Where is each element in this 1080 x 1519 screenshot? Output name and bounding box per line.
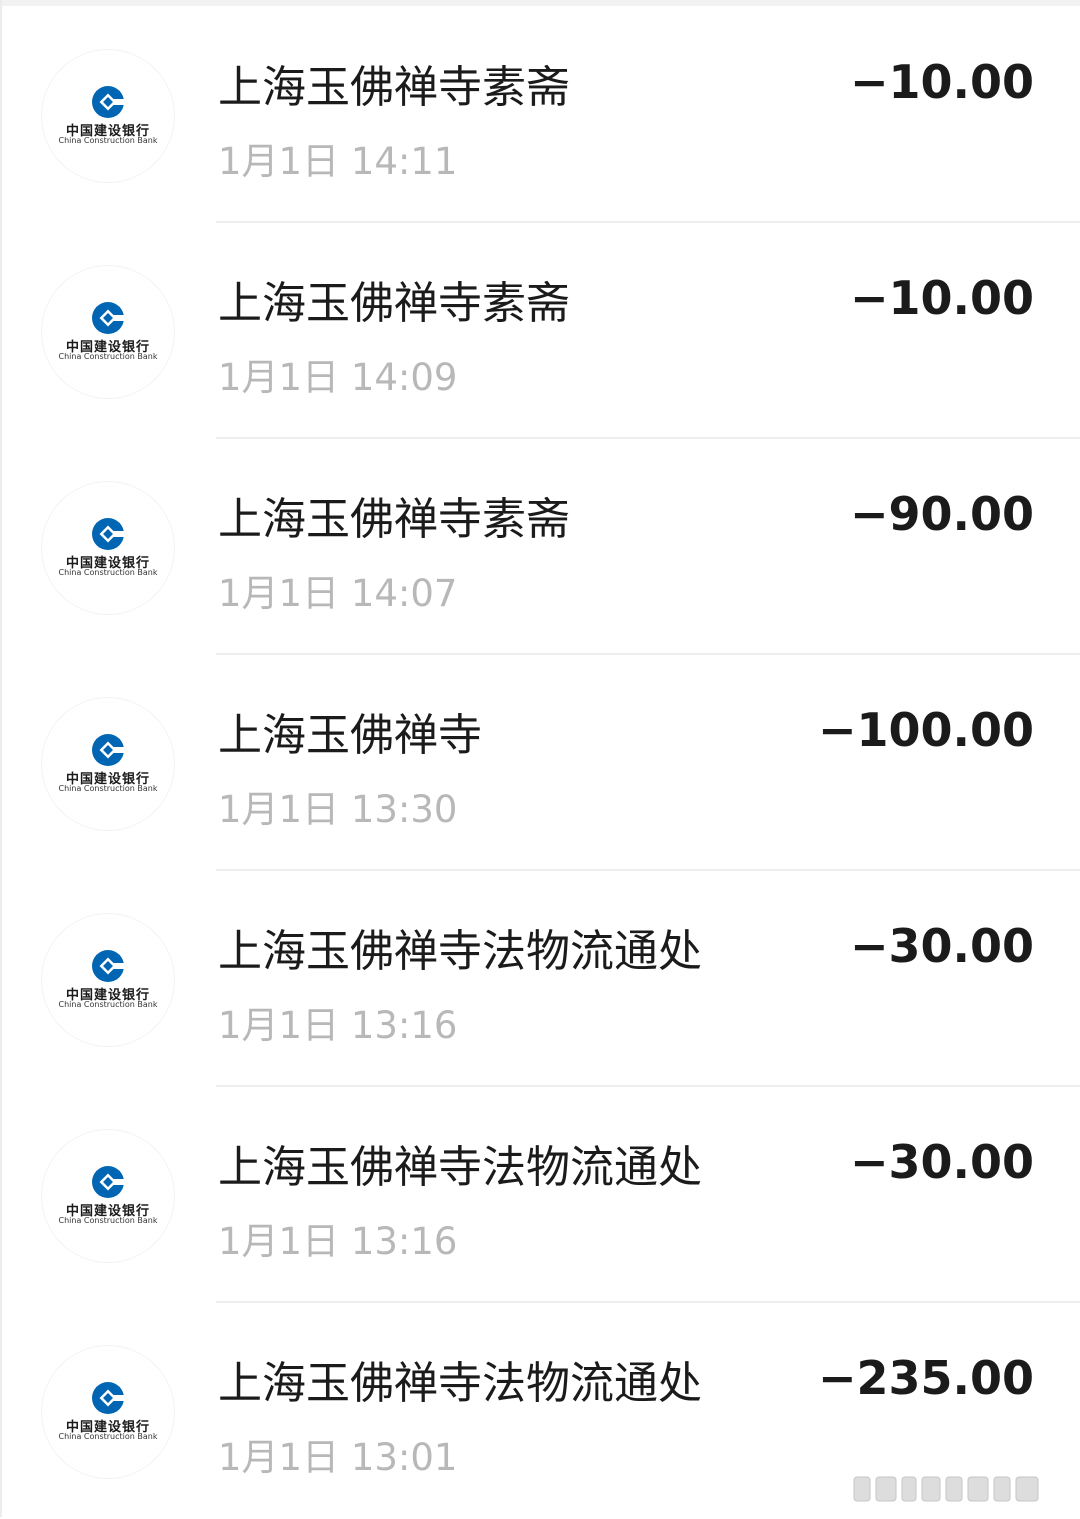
ccb-logo-icon: [92, 302, 126, 334]
transaction-time: 1月1日 13:16: [218, 1220, 458, 1263]
transaction-row[interactable]: 中国建设银行 China Construction Bank 上海玉佛禅寺素斋 …: [0, 439, 1080, 655]
transaction-time: 1月1日 14:07: [218, 572, 458, 615]
merchant-name: 上海玉佛禅寺素斋: [218, 278, 570, 329]
transaction-amount: −100.00: [817, 703, 1034, 757]
bank-name-en: China Construction Bank: [58, 1000, 158, 1009]
merchant-name: 上海玉佛禅寺法物流通处: [218, 1142, 702, 1193]
bank-logo: 中国建设银行 China Construction Bank: [42, 1346, 174, 1478]
bank-logo: 中国建设银行 China Construction Bank: [42, 266, 174, 398]
merchant-name: 上海玉佛禅寺法物流通处: [218, 1358, 702, 1409]
bank-name-en: China Construction Bank: [58, 136, 158, 145]
ccb-logo-icon: [92, 1382, 126, 1414]
bank-logo: 中国建设银行 China Construction Bank: [42, 1130, 174, 1262]
transaction-amount: −30.00: [849, 919, 1034, 973]
top-edge: [0, 0, 1080, 6]
ccb-logo-icon: [92, 518, 126, 550]
ccb-logo-icon: [92, 734, 126, 766]
bank-logo: 中国建设银行 China Construction Bank: [42, 914, 174, 1046]
bank-name-en: China Construction Bank: [58, 568, 158, 577]
transaction-amount: −30.00: [849, 1135, 1034, 1189]
bank-logo: 中国建设银行 China Construction Bank: [42, 482, 174, 614]
ccb-logo-icon: [92, 1166, 126, 1198]
transaction-time: 1月1日 13:01: [218, 1436, 458, 1479]
transaction-row[interactable]: 中国建设银行 China Construction Bank 上海玉佛禅寺 1月…: [0, 655, 1080, 871]
merchant-name: 上海玉佛禅寺素斋: [218, 62, 570, 113]
bank-name-en: China Construction Bank: [58, 784, 158, 793]
watermark-icon: [853, 1476, 1039, 1502]
transaction-row[interactable]: 中国建设银行 China Construction Bank 上海玉佛禅寺法物流…: [0, 871, 1080, 1087]
ccb-logo-icon: [92, 86, 126, 118]
ccb-logo-icon: [92, 950, 126, 982]
merchant-name: 上海玉佛禅寺法物流通处: [218, 926, 702, 977]
bank-logo: 中国建设银行 China Construction Bank: [42, 50, 174, 182]
transaction-row[interactable]: 中国建设银行 China Construction Bank 上海玉佛禅寺法物流…: [0, 1087, 1080, 1303]
transaction-time: 1月1日 14:11: [218, 140, 458, 183]
transaction-amount: −235.00: [817, 1351, 1034, 1405]
bank-logo: 中国建设银行 China Construction Bank: [42, 698, 174, 830]
transaction-amount: −10.00: [849, 55, 1034, 109]
transaction-row[interactable]: 中国建设银行 China Construction Bank 上海玉佛禅寺素斋 …: [0, 223, 1080, 439]
transaction-row[interactable]: 中国建设银行 China Construction Bank 上海玉佛禅寺素斋 …: [0, 7, 1080, 223]
transaction-list: 中国建设银行 China Construction Bank 上海玉佛禅寺素斋 …: [0, 7, 1080, 1519]
transaction-amount: −10.00: [849, 271, 1034, 325]
bank-name-en: China Construction Bank: [58, 1216, 158, 1225]
transaction-time: 1月1日 13:30: [218, 788, 458, 831]
transaction-time: 1月1日 14:09: [218, 356, 458, 399]
transaction-amount: −90.00: [849, 487, 1034, 541]
merchant-name: 上海玉佛禅寺素斋: [218, 494, 570, 545]
transaction-time: 1月1日 13:16: [218, 1004, 458, 1047]
bank-name-en: China Construction Bank: [58, 352, 158, 361]
merchant-name: 上海玉佛禅寺: [218, 710, 482, 761]
bank-name-en: China Construction Bank: [58, 1432, 158, 1441]
